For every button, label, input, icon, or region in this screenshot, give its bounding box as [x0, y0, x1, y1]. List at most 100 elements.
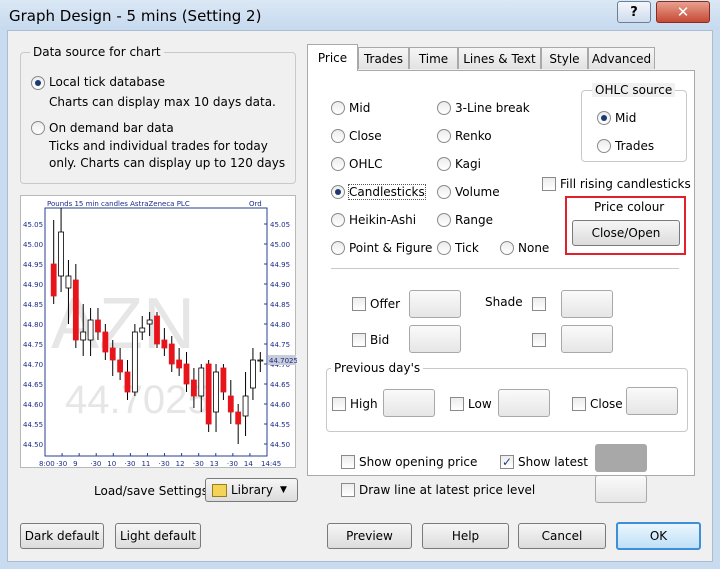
candle-body	[95, 319, 101, 333]
style-volume-label[interactable]: Volume	[455, 185, 500, 199]
prev-low-label[interactable]: Low	[468, 397, 492, 411]
candle-body	[139, 327, 146, 333]
ohlc-mid-label[interactable]: Mid	[615, 111, 636, 125]
show-opening-checkbox[interactable]	[341, 455, 355, 469]
candle-body	[168, 343, 175, 365]
ohlc-trades-radio[interactable]	[597, 139, 611, 153]
tab-advanced[interactable]: Advanced	[588, 47, 655, 69]
library-folder-icon	[212, 483, 227, 497]
y-tick-right: 44.90	[270, 281, 290, 289]
style-mid-radio[interactable]	[331, 101, 345, 115]
ohlc-mid-radio[interactable]	[597, 111, 611, 125]
shade-bid-swatch[interactable]	[561, 325, 613, 353]
prev-low-checkbox[interactable]	[450, 397, 464, 411]
library-button[interactable]: Library ▼	[205, 478, 298, 502]
dark-default-button[interactable]: Dark default	[20, 523, 104, 549]
style-close-radio[interactable]	[331, 129, 345, 143]
shade-bid-checkbox[interactable]	[532, 333, 546, 347]
tab-trades-label: Trades	[363, 51, 404, 66]
candlestick-chart: AZN44.7025Pounds 15 min candles AstraZen…	[23, 200, 297, 468]
x-tick-label: 12	[176, 460, 185, 468]
prev-close-checkbox[interactable]	[572, 397, 586, 411]
bid-colour-swatch[interactable]	[409, 325, 461, 353]
style-close-label[interactable]: Close	[349, 129, 382, 143]
tab-trades[interactable]: Trades	[358, 47, 409, 69]
style-renko-radio[interactable]	[437, 129, 451, 143]
cancel-button[interactable]: Cancel	[518, 523, 606, 549]
offer-colour-swatch[interactable]	[409, 290, 461, 318]
on-demand-desc-1: Ticks and individual trades for today	[49, 139, 268, 153]
tab-lines-text[interactable]: Lines & Text	[458, 47, 541, 69]
shade-offer-swatch[interactable]	[561, 290, 613, 318]
candle-body	[117, 359, 124, 373]
style-point-figure-radio[interactable]	[331, 241, 345, 255]
help-title-button[interactable]: ?	[617, 1, 651, 23]
style-range-label[interactable]: Range	[455, 213, 493, 227]
style-renko-label[interactable]: Renko	[455, 129, 492, 143]
offer-checkbox[interactable]	[352, 297, 366, 311]
style-3line-label[interactable]: 3-Line break	[455, 101, 530, 115]
on-demand-radio[interactable]	[31, 121, 45, 135]
bid-checkbox[interactable]	[352, 333, 366, 347]
style-kagi-radio[interactable]	[437, 157, 451, 171]
bid-label[interactable]: Bid	[370, 333, 389, 347]
tab-time[interactable]: Time	[409, 47, 458, 69]
style-volume-radio[interactable]	[437, 185, 451, 199]
x-tick-label: 14	[244, 460, 253, 468]
offer-label[interactable]: Offer	[370, 297, 400, 311]
ohlc-trades-label[interactable]: Trades	[615, 139, 654, 153]
ok-button[interactable]: OK	[616, 522, 701, 550]
on-demand-label[interactable]: On demand bar data	[49, 121, 174, 135]
prev-high-checkbox[interactable]	[332, 397, 346, 411]
style-range-radio[interactable]	[437, 213, 451, 227]
style-candlesticks-radio[interactable]	[331, 185, 345, 199]
style-mid-label[interactable]: Mid	[349, 101, 370, 115]
prev-close-label[interactable]: Close	[590, 397, 623, 411]
tab-price[interactable]: Price	[307, 44, 358, 71]
candle-body	[205, 363, 212, 425]
y-tick-left: 44.55	[23, 421, 43, 429]
draw-line-label[interactable]: Draw line at latest price level	[359, 483, 535, 497]
y-tick-right: 44.65	[270, 381, 290, 389]
close-open-button[interactable]: Close/Open	[572, 220, 680, 246]
shade-offer-checkbox[interactable]	[532, 297, 546, 311]
tab-price-label: Price	[317, 51, 348, 65]
style-kagi-label[interactable]: Kagi	[455, 157, 481, 171]
style-candlesticks-label[interactable]: Candlesticks	[348, 184, 426, 200]
help-button[interactable]: Help	[422, 523, 509, 549]
ok-label: OK	[649, 529, 668, 543]
style-none-label[interactable]: None	[518, 241, 549, 255]
show-opening-label[interactable]: Show opening price	[359, 455, 477, 469]
light-default-button[interactable]: Light default	[115, 523, 201, 549]
local-tick-radio[interactable]	[31, 76, 45, 90]
show-latest-swatch[interactable]	[595, 444, 647, 472]
cancel-label: Cancel	[541, 529, 583, 543]
style-tick-label[interactable]: Tick	[455, 241, 479, 255]
style-ohlc-label[interactable]: OHLC	[349, 157, 383, 171]
style-point-figure-label[interactable]: Point & Figure	[349, 241, 432, 255]
style-tick-radio[interactable]	[437, 241, 451, 255]
y-tick-left: 44.75	[23, 341, 43, 349]
prev-close-swatch[interactable]	[626, 387, 678, 415]
show-latest-label[interactable]: Show latest	[518, 455, 588, 469]
prev-high-label[interactable]: High	[350, 397, 378, 411]
fill-rising-checkbox[interactable]	[542, 177, 556, 191]
style-heikin-ashi-radio[interactable]	[331, 213, 345, 227]
prev-high-swatch[interactable]	[383, 389, 435, 417]
show-latest-checkbox[interactable]: ✓	[500, 455, 514, 469]
style-heikin-ashi-label[interactable]: Heikin-Ashi	[349, 213, 416, 227]
draw-line-checkbox[interactable]	[341, 483, 355, 497]
load-save-label: Load/save Settings	[94, 484, 208, 498]
style-3line-radio[interactable]	[437, 101, 451, 115]
draw-line-swatch[interactable]	[595, 475, 647, 503]
fill-rising-label[interactable]: Fill rising candlesticks	[560, 177, 691, 191]
tab-style[interactable]: Style	[541, 47, 588, 69]
chart-header-right: Ord	[249, 200, 262, 208]
style-ohlc-radio[interactable]	[331, 157, 345, 171]
preview-label: Preview	[346, 529, 393, 543]
close-window-button[interactable]: ✕	[656, 1, 710, 23]
style-none-radio[interactable]	[500, 241, 514, 255]
preview-button[interactable]: Preview	[327, 523, 412, 549]
local-tick-label[interactable]: Local tick database	[49, 75, 165, 89]
prev-low-swatch[interactable]	[498, 389, 550, 417]
